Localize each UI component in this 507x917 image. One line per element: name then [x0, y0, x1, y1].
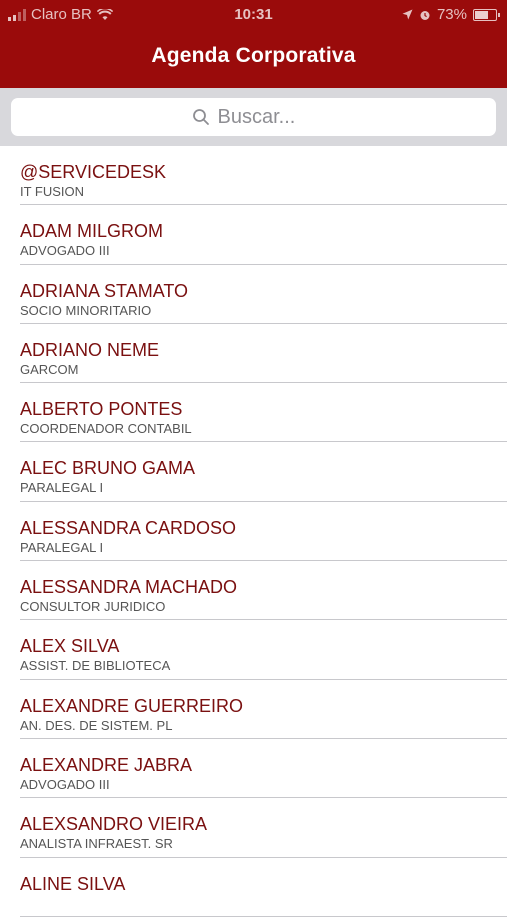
contact-role: AN. DES. DE SISTEM. PL	[20, 717, 173, 733]
contact-role: CONSULTOR JURIDICO	[20, 599, 166, 615]
contact-name: @SERVICEDESK	[20, 162, 166, 182]
contact-role: PARALEGAL I	[20, 480, 104, 496]
search-field[interactable]	[11, 98, 496, 136]
alarm-icon	[420, 10, 430, 20]
contact-list: @SERVICEDESK IT FUSION ADAM MILGROM ADVOGA…	[0, 146, 507, 917]
contact-row[interactable]: ADAM MILGROM ADVOGADO III	[20, 205, 507, 265]
status-right: 73%	[402, 6, 500, 23]
contact-name: ALEXANDRE JABRA	[20, 754, 193, 775]
contact-role: IT FUSION	[20, 184, 85, 199]
contact-role: COORDENADOR CONTABIL	[20, 421, 192, 437]
contact-row[interactable]: ALEXANDRE JABRA ADVOGADO III	[20, 739, 507, 799]
contact-row[interactable]: ALESSANDRA MACHADO CONSULTOR JURIDICO	[20, 561, 507, 621]
contact-row[interactable]: ALBERTO PONTES COORDENADOR CONTABIL	[20, 383, 507, 443]
contact-name: ALEXANDRE GUERREIRO	[20, 695, 244, 716]
contact-role: PARALEGAL I	[20, 539, 104, 555]
contact-role: ANALISTA INFRAEST. SR	[20, 836, 173, 852]
navigation-header: Claro BR 10:31 73% Agenda Corporativa	[0, 0, 507, 88]
search-icon	[192, 109, 209, 125]
contact-name: ADRIANA STAMATO	[20, 280, 189, 301]
contact-role: GARCOM	[20, 361, 79, 377]
contact-name: ALESSANDRA MACHADO	[20, 577, 238, 598]
contact-name: ALINE SILVA	[20, 873, 126, 894]
page-title: Agenda Corporativa	[151, 44, 356, 67]
search-bar	[0, 88, 507, 146]
contact-row[interactable]: ALEC BRUNO GAMA PARALEGAL I	[20, 442, 507, 502]
contact-name: ALEXSANDRO VIEIRA	[20, 814, 208, 835]
contact-row[interactable]: ALESSANDRA CARDOSO PARALEGAL I	[20, 502, 507, 562]
contact-role: ADVOGADO III	[20, 243, 110, 259]
status-bar: Claro BR 10:31 73%	[0, 0, 507, 30]
contact-role: SOCIO MINORITARIO	[20, 302, 152, 318]
contact-row[interactable]: ADRIANA STAMATO SOCIO MINORITARIO	[20, 265, 507, 324]
contact-row[interactable]: ALINE SILVA	[20, 858, 507, 917]
contact-row[interactable]: ALEXANDRE GUERREIRO AN. DES. DE SISTEM. P…	[20, 680, 507, 739]
contact-name: ALEC BRUNO GAMA	[20, 458, 196, 479]
battery-icon	[473, 8, 500, 21]
battery-level-fill	[475, 10, 489, 19]
contact-role: ASSIST. DE BIBLIOTECA	[20, 658, 171, 674]
contact-name: ADAM MILGROM	[20, 221, 164, 242]
location-arrow-icon	[402, 9, 413, 20]
contact-name: ALBERTO PONTES	[20, 399, 183, 420]
contact-name: ADRIANO NEME	[20, 339, 160, 360]
contact-row[interactable]: @SERVICEDESK IT FUSION	[20, 146, 507, 206]
contact-name: ALESSANDRA CARDOSO	[20, 517, 237, 538]
battery-percent: 73%	[436, 6, 467, 23]
contact-row[interactable]: ADRIANO NEME GARCOM	[20, 324, 507, 384]
contact-name: ALEX SILVA	[20, 636, 120, 657]
contact-row[interactable]: ALEXSANDRO VIEIRA ANALISTA INFRAEST. SR	[20, 798, 507, 858]
contact-row[interactable]: ALEX SILVA ASSIST. DE BIBLIOTECA	[20, 620, 507, 680]
contact-role: ADVOGADO III	[20, 776, 110, 792]
search-input[interactable]	[215, 104, 316, 130]
